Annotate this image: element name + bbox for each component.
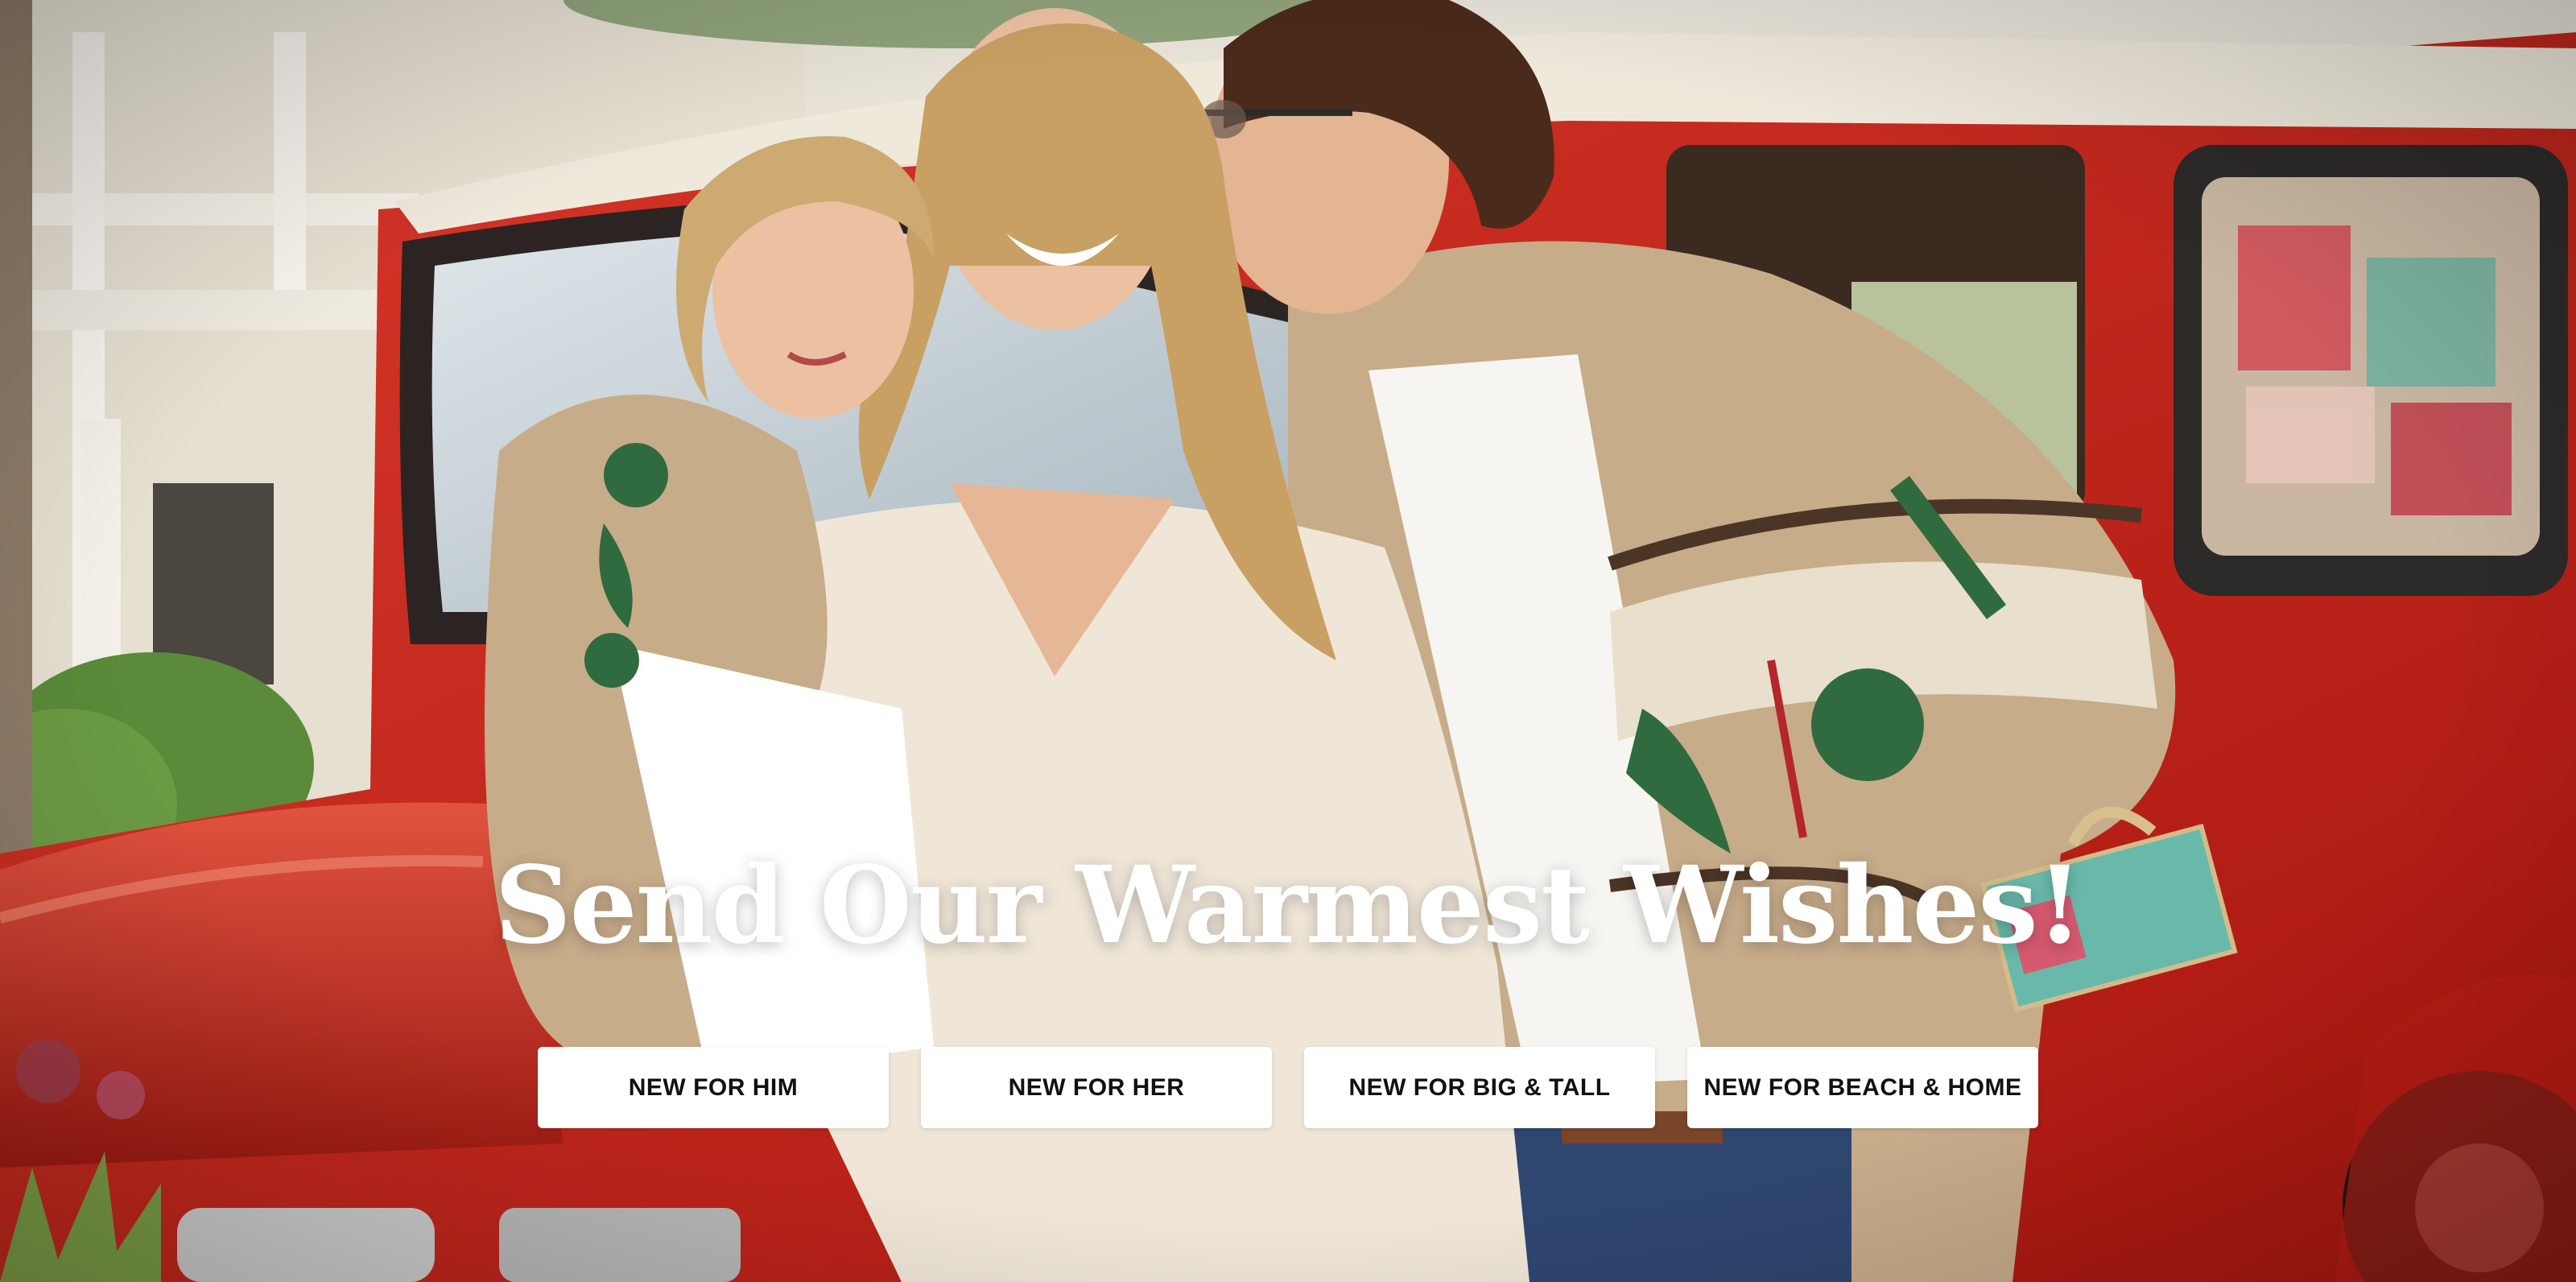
hero-banner: Send Our Warmest Wishes! NEW FOR HIM NEW… [0, 0, 2576, 1282]
new-for-him-button[interactable]: NEW FOR HIM [538, 1047, 889, 1128]
hero-headline: Send Our Warmest Wishes! [494, 843, 2083, 968]
new-for-beach-and-home-button[interactable]: NEW FOR BEACH & HOME [1687, 1047, 2038, 1128]
new-for-big-and-tall-button[interactable]: NEW FOR BIG & TALL [1304, 1047, 1655, 1128]
new-for-her-button[interactable]: NEW FOR HER [921, 1047, 1272, 1128]
cta-button-group: NEW FOR HIM NEW FOR HER NEW FOR BIG & TA… [0, 1047, 2576, 1128]
